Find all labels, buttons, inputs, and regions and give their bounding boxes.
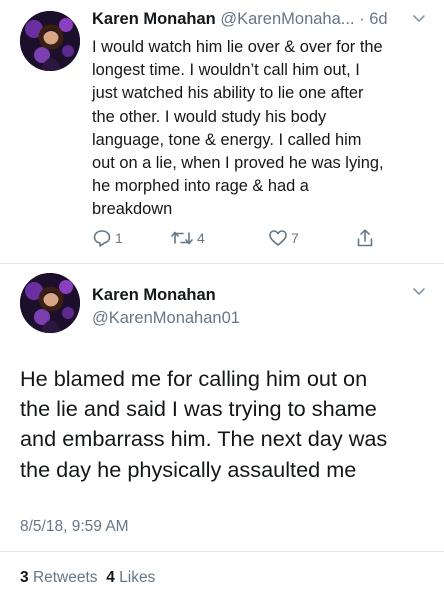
- tweet1-action-bar: 1 4 7: [92, 228, 382, 250]
- tweet1-line: language, tone & energy. I called him: [92, 130, 362, 149]
- tweet1-line: the other. I would study his body: [92, 107, 327, 126]
- tweet1-text: I would watch him lie over & over for th…: [92, 36, 437, 222]
- like-button[interactable]: 7: [268, 228, 299, 248]
- tweet2-line: the lie and said I was trying to shame: [20, 396, 377, 422]
- tweet1-line: I would watch him lie over & over for th…: [92, 38, 383, 56]
- reply-icon: [93, 230, 111, 247]
- retweets-stat[interactable]: 3 Retweets: [20, 569, 98, 586]
- tweet1-separator: ·: [359, 10, 365, 28]
- tweet1-line: longest time. I wouldn’t call him out, I: [92, 61, 360, 80]
- tweet2-text: He blamed me for calling him out on the …: [20, 364, 435, 485]
- tweet2-line: the day he physically assaulted me: [20, 456, 357, 482]
- like-count: 7: [291, 230, 299, 246]
- tweet1-time[interactable]: 6d: [369, 10, 387, 28]
- tweet1-line: just watched his ability to lie one afte…: [92, 84, 364, 103]
- tweet1-line: out on a lie, when I proved he was lying…: [92, 154, 384, 173]
- tweet2-timestamp: 8/5/18, 9:59 AM: [20, 518, 129, 535]
- tweet1-header: Karen Monahan @KarenMonaha... · 6d: [92, 10, 388, 29]
- chevron-down-icon[interactable]: [412, 14, 426, 24]
- tweet1-author-handle[interactable]: @KarenMonaha...: [220, 10, 354, 28]
- tweet2-line: He blamed me for calling him out on: [20, 366, 368, 391]
- tweet1-line: he morphed into rage & had a: [92, 177, 309, 196]
- likes-stat[interactable]: 4 Likes: [106, 569, 155, 586]
- retweets-count: 3: [20, 569, 29, 586]
- retweet-icon: [171, 231, 193, 245]
- retweets-label: Retweets: [32, 569, 98, 586]
- tweet2-author-name[interactable]: Karen Monahan: [92, 286, 216, 305]
- likes-count: 4: [106, 569, 115, 586]
- avatar[interactable]: [20, 11, 80, 71]
- tweet2-author-handle[interactable]: @KarenMonahan01: [92, 309, 240, 328]
- share-icon: [357, 229, 373, 247]
- tweet1-author-name[interactable]: Karen Monahan: [92, 10, 216, 28]
- chevron-down-icon[interactable]: [412, 287, 426, 297]
- share-button[interactable]: [355, 228, 375, 248]
- reply-button[interactable]: 1: [92, 228, 123, 248]
- reply-count: 1: [115, 230, 123, 246]
- tweet-divider: [0, 263, 444, 264]
- heart-icon: [269, 230, 287, 246]
- avatar-photo: [20, 11, 80, 71]
- retweet-button[interactable]: 4: [170, 228, 205, 248]
- tweet2-stats: 3 Retweets 4 Likes: [20, 569, 155, 587]
- tweet2-line: and embarrass him. The next day was: [20, 426, 388, 452]
- stats-divider: [0, 551, 444, 552]
- avatar[interactable]: [20, 273, 80, 333]
- tweet1-line: breakdown: [92, 200, 173, 219]
- retweet-count: 4: [197, 230, 205, 246]
- likes-label: Likes: [119, 569, 156, 586]
- avatar-photo: [20, 273, 80, 333]
